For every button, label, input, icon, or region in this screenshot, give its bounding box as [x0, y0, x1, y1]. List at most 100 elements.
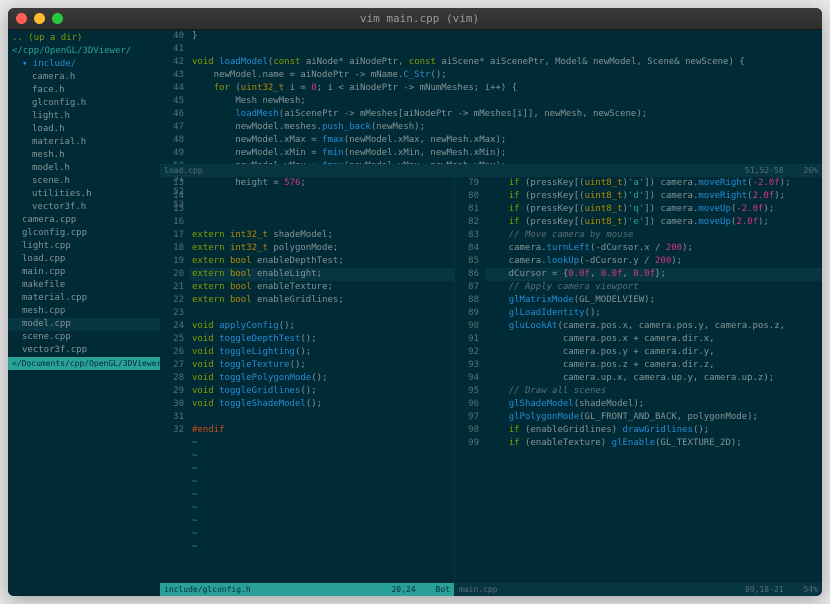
tree-item[interactable]: light.h [8, 110, 160, 123]
code-line[interactable]: camera.pos.y + camera.dir.y, [485, 346, 822, 359]
code-line[interactable]: if (pressKey[(uint8_t)'q']) camera.moveU… [485, 203, 822, 216]
code-line[interactable]: glMatrixMode(GL_MODELVIEW); [485, 294, 822, 307]
code-botleft[interactable]: height = 576; extern int32_t shadeModel;… [190, 177, 454, 583]
main-area: 4041424344454647484950515253 } void load… [160, 30, 822, 596]
tree-item[interactable]: material.h [8, 136, 160, 149]
code-line[interactable]: glShadeModel(shadeModel); [485, 398, 822, 411]
code-line[interactable]: glLoadIdentity(); [485, 307, 822, 320]
cursor-pos: 51,52-58 [745, 164, 784, 177]
code-line[interactable]: camera.pos.x + camera.dir.x, [485, 333, 822, 346]
code-line[interactable]: if (enableGridlines) drawGridlines(); [485, 424, 822, 437]
tree-item[interactable]: model.h [8, 162, 160, 175]
code-line[interactable]: loadMesh(aiScenePtr -> mMeshes[aiNodePtr… [190, 108, 822, 121]
code-line[interactable]: void toggleShadeModel(); [190, 398, 454, 411]
sidebar-status: </Documents/cpp/OpenGL/3DViewer [8, 357, 160, 370]
code-line[interactable]: dCursor = {0.0f, 0.0f, 0.0f}; [485, 268, 822, 281]
code-line[interactable]: // Apply camera viewport [485, 281, 822, 294]
statusbar-top: load.cpp 51,52-58 26% [160, 164, 822, 177]
maximize-button[interactable] [52, 13, 63, 24]
code-line[interactable]: for (uint32_t i = 0; i < aiNodePtr -> mN… [190, 82, 822, 95]
code-line[interactable]: void togglePolygonMode(); [190, 372, 454, 385]
tree-item[interactable]: load.cpp [8, 253, 160, 266]
tree-item[interactable]: camera.cpp [8, 214, 160, 227]
tree-item[interactable]: model.cpp [8, 318, 160, 331]
filename: include/glconfig.h [164, 583, 391, 596]
tree-item[interactable]: load.h [8, 123, 160, 136]
tree-item[interactable]: scene.cpp [8, 331, 160, 344]
code-line[interactable]: camera.pos.z + camera.dir.z, [485, 359, 822, 372]
scroll-pct: 26% [804, 164, 818, 177]
close-button[interactable] [16, 13, 27, 24]
minimize-button[interactable] [34, 13, 45, 24]
code-line[interactable]: if (pressKey[(uint8_t)'d']) camera.moveR… [485, 190, 822, 203]
code-line[interactable]: // Move camera by mouse [485, 229, 822, 242]
titlebar: vim main.cpp (vim) [8, 8, 822, 30]
code-line[interactable]: extern int32_t shadeModel; [190, 229, 454, 242]
code-line[interactable] [190, 43, 822, 56]
tree-item[interactable]: glconfig.cpp [8, 227, 160, 240]
top-pane[interactable]: 4041424344454647484950515253 } void load… [160, 30, 822, 164]
updir-link[interactable]: .. (up a dir) [8, 32, 160, 45]
cursor-pos: 20,24 [391, 583, 415, 596]
code-line[interactable]: extern bool enableDepthTest; [190, 255, 454, 268]
code-line[interactable]: void applyConfig(); [190, 320, 454, 333]
tree-item[interactable]: utilities.h [8, 188, 160, 201]
code-line[interactable]: void toggleTexture(); [190, 359, 454, 372]
vim-window: vim main.cpp (vim) .. (up a dir) </cpp/O… [8, 8, 822, 596]
bottom-left-pane[interactable]: 1314151617181920212223242526272829303132… [160, 177, 455, 596]
tree-item[interactable]: light.cpp [8, 240, 160, 253]
code-line[interactable]: height = 576; [190, 177, 454, 190]
tree-item[interactable]: main.cpp [8, 266, 160, 279]
tree-item[interactable]: scene.h [8, 175, 160, 188]
code-line[interactable]: Mesh newMesh; [190, 95, 822, 108]
code-top[interactable]: } void loadModel(const aiNode* aiNodePtr… [190, 30, 822, 164]
tree-item[interactable]: ▾ include/ [8, 58, 160, 71]
current-path: </cpp/OpenGL/3DViewer/ [8, 45, 160, 58]
code-line[interactable]: extern bool enableGridlines; [190, 294, 454, 307]
code-line[interactable]: newModel.name = aiNodePtr -> mName.C_Str… [190, 69, 822, 82]
tree-item[interactable]: camera.h [8, 71, 160, 84]
code-botright[interactable]: if (pressKey[(uint8_t)'a']) camera.moveR… [485, 177, 822, 583]
code-line[interactable]: // Draw all scenes [485, 385, 822, 398]
code-line[interactable]: extern bool enableLight; [190, 268, 454, 281]
tree-item[interactable]: material.cpp [8, 292, 160, 305]
code-line[interactable]: } [190, 30, 822, 43]
code-line[interactable]: camera.turnLeft(-dCursor.x / 200); [485, 242, 822, 255]
code-line[interactable]: glPolygonMode(GL_FRONT_AND_BACK, polygon… [485, 411, 822, 424]
line-numbers: 4041424344454647484950515253 [160, 30, 190, 164]
bottom-right-pane[interactable]: 7980818283848586878889909192939495969798… [455, 177, 822, 596]
statusbar-botleft: include/glconfig.h 20,24 Bot [160, 583, 454, 596]
tree-item[interactable]: mesh.cpp [8, 305, 160, 318]
tree-item[interactable]: vector3f.h [8, 201, 160, 214]
code-line[interactable]: #endif [190, 424, 454, 437]
nerdtree-sidebar[interactable]: .. (up a dir) </cpp/OpenGL/3DViewer/ ▾ i… [8, 30, 160, 596]
code-line[interactable]: extern bool enableTexture; [190, 281, 454, 294]
code-line[interactable]: if (pressKey[(uint8_t)'a']) camera.moveR… [485, 177, 822, 190]
code-line[interactable]: if (enableTexture) glEnable(GL_TEXTURE_2… [485, 437, 822, 450]
tree-item[interactable]: glconfig.h [8, 97, 160, 110]
code-line[interactable]: void toggleGridlines(); [190, 385, 454, 398]
code-line[interactable]: void loadModel(const aiNode* aiNodePtr, … [190, 56, 822, 69]
code-line[interactable] [190, 190, 454, 203]
tree-item[interactable]: face.h [8, 84, 160, 97]
line-numbers: 7980818283848586878889909192939495969798… [455, 177, 485, 583]
tree-item[interactable]: mesh.h [8, 149, 160, 162]
code-line[interactable]: void toggleLighting(); [190, 346, 454, 359]
window-title: vim main.cpp (vim) [75, 12, 764, 25]
code-line[interactable] [190, 411, 454, 424]
tree-item[interactable]: vector3f.cpp [8, 344, 160, 357]
code-line[interactable]: newModel.meshes.push_back(newMesh); [190, 121, 822, 134]
code-line[interactable] [190, 307, 454, 320]
code-line[interactable]: camera.up.x, camera.up.y, camera.up.z); [485, 372, 822, 385]
code-line[interactable]: if (pressKey[(uint8_t)'e']) camera.moveU… [485, 216, 822, 229]
code-line[interactable]: gluLookAt(camera.pos.x, camera.pos.y, ca… [485, 320, 822, 333]
code-line[interactable]: extern int32_t polygonMode; [190, 242, 454, 255]
code-line[interactable] [190, 203, 454, 216]
bottom-split: 1314151617181920212223242526272829303132… [160, 177, 822, 596]
code-line[interactable] [190, 216, 454, 229]
code-line[interactable]: newModel.xMax = fmax(newModel.xMax, newM… [190, 134, 822, 147]
code-line[interactable]: newModel.xMin = fmin(newModel.xMin, newM… [190, 147, 822, 160]
tree-item[interactable]: makefile [8, 279, 160, 292]
code-line[interactable]: camera.lookUp(-dCursor.y / 200); [485, 255, 822, 268]
code-line[interactable]: void toggleDepthTest(); [190, 333, 454, 346]
